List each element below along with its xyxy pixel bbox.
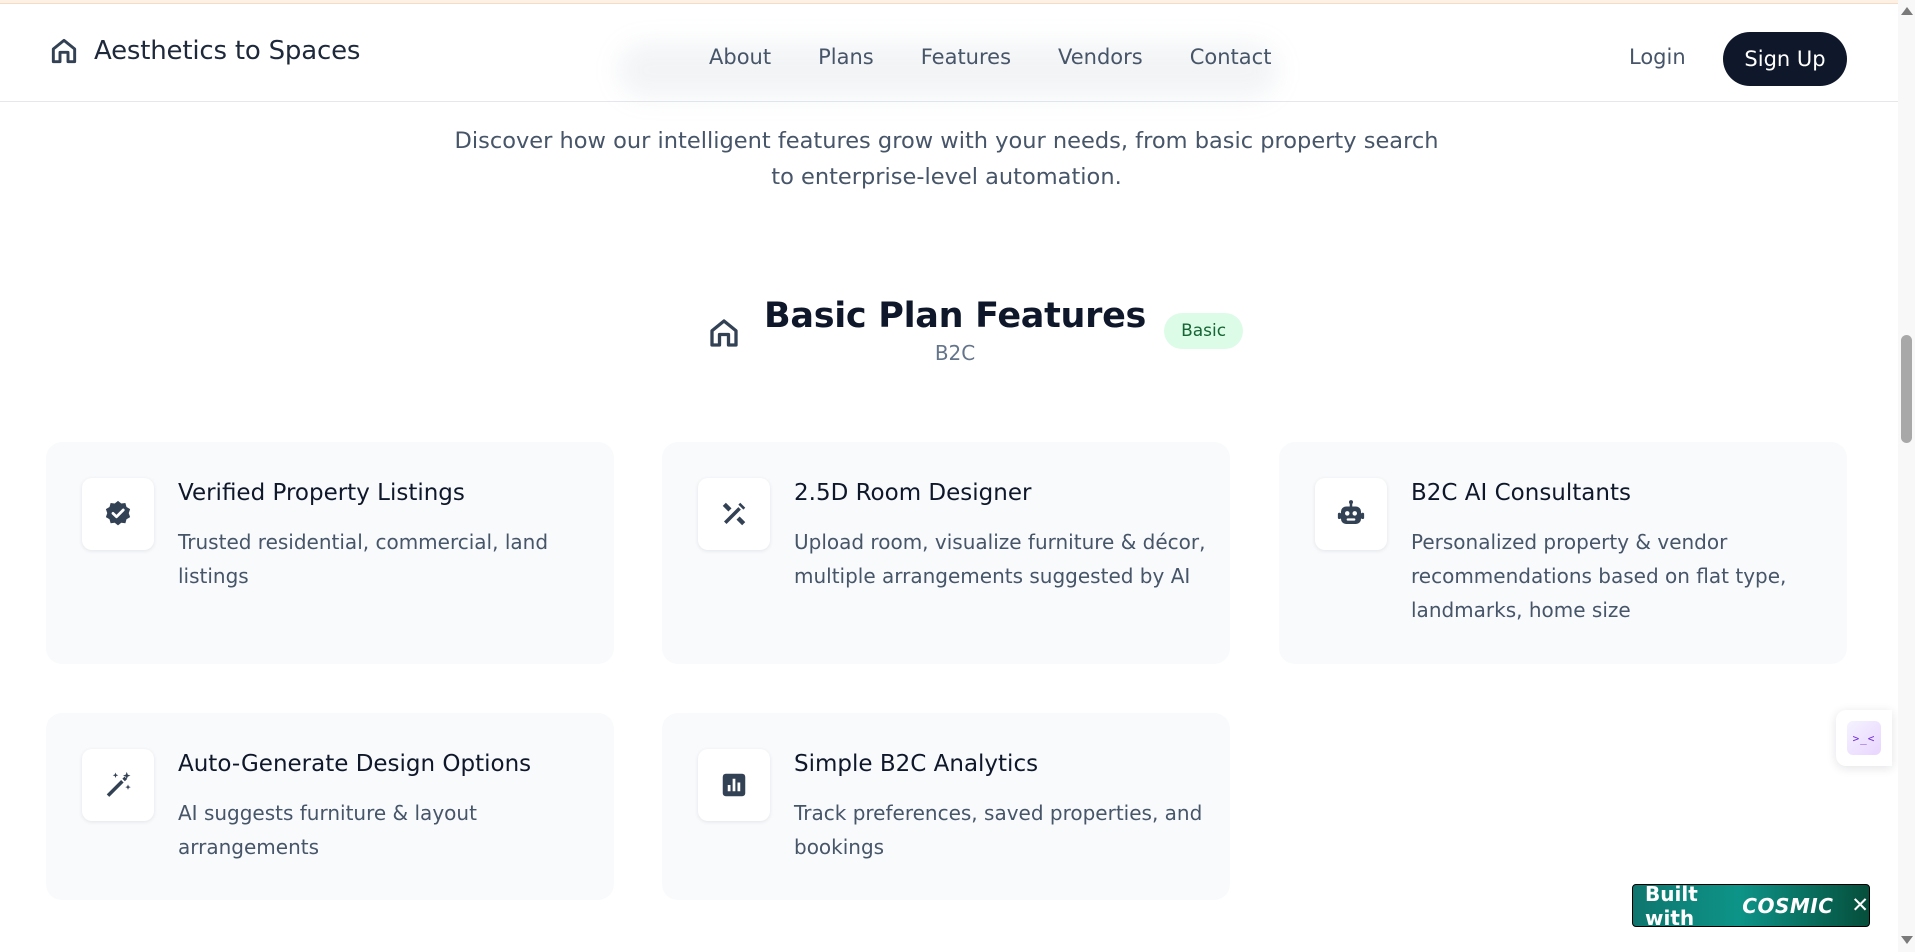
design-tools-icon: [722, 502, 746, 526]
feature-icon-box: [1315, 478, 1387, 550]
widget-face-icon: >_<: [1847, 721, 1881, 755]
nav-about[interactable]: About: [709, 45, 771, 69]
site-header: Aesthetics to Spaces About Plans Feature…: [0, 5, 1898, 102]
nav-plans[interactable]: Plans: [818, 45, 874, 69]
analytics-icon: [722, 773, 746, 797]
brand-link[interactable]: Aesthetics to Spaces: [48, 35, 360, 67]
nav-contact[interactable]: Contact: [1190, 45, 1272, 69]
main-nav: About Plans Features Vendors Contact: [709, 45, 1271, 69]
feature-card: Simple B2C Analytics Track preferences, …: [662, 713, 1230, 900]
section-subtitle: B2C: [934, 341, 976, 365]
feature-card: 2.5D Room Designer Upload room, visualiz…: [662, 442, 1230, 664]
scroll-up-arrow-icon[interactable]: [1901, 7, 1913, 15]
section-titles: Basic Plan Features B2C: [764, 294, 1146, 365]
signup-button[interactable]: Sign Up: [1723, 32, 1847, 86]
feature-title: Auto-Generate Design Options: [178, 751, 532, 777]
section-heading: Basic Plan Features B2C Basic: [706, 294, 1244, 365]
feature-title: 2.5D Room Designer: [794, 480, 1032, 506]
top-accent-bar: [0, 0, 1898, 4]
feature-title: Simple B2C Analytics: [794, 751, 1039, 777]
brand-name: Aesthetics to Spaces: [94, 36, 361, 66]
feature-description: Trusted residential, commercial, land li…: [178, 530, 549, 588]
feature-title: Verified Property Listings: [178, 480, 465, 506]
page: Aesthetics to Spaces About Plans Feature…: [0, 0, 1915, 952]
home-icon: [51, 38, 77, 64]
feature-icon-box: [82, 749, 154, 821]
login-link[interactable]: Login: [1629, 45, 1686, 69]
feature-description: Track preferences, saved properties, and…: [794, 801, 1203, 859]
section-title: Basic Plan Features: [764, 296, 1147, 336]
feature-card: B2C AI Consultants Personalized property…: [1279, 442, 1847, 664]
verified-badge-icon: [105, 500, 131, 526]
feature-description: Personalized property & vendor recommend…: [1411, 530, 1787, 622]
feature-card: Auto-Generate Design Options AI suggests…: [46, 713, 614, 900]
features-intro-text: Discover how our intelligent features gr…: [454, 128, 1439, 190]
plan-badge: Basic: [1164, 313, 1244, 349]
nav-features[interactable]: Features: [921, 45, 1011, 69]
cosmic-logo: COSMIC: [1742, 893, 1834, 918]
feature-icon-box: [82, 478, 154, 550]
scrollbar-thumb[interactable]: [1901, 335, 1912, 443]
nav-vendors[interactable]: Vendors: [1058, 45, 1143, 69]
built-with-text: Built with: [1645, 881, 1698, 930]
side-chat-widget[interactable]: >_<: [1836, 710, 1892, 766]
close-icon[interactable]: ✕: [1851, 895, 1869, 916]
feature-icon-box: [698, 478, 770, 550]
magic-wand-icon: [106, 771, 131, 797]
built-with-badge[interactable]: Built with COSMIC ✕: [1632, 881, 1870, 930]
feature-title: B2C AI Consultants: [1411, 480, 1631, 506]
feature-description: AI suggests furniture & layout arrangeme…: [178, 801, 477, 859]
feature-description: Upload room, visualize furniture & décor…: [794, 530, 1206, 588]
scroll-down-arrow-icon[interactable]: [1901, 936, 1913, 944]
page-scrollbar[interactable]: [1898, 0, 1915, 952]
robot-icon: [1337, 500, 1365, 524]
feature-card: Verified Property Listings Trusted resid…: [46, 442, 614, 664]
feature-icon-box: [698, 749, 770, 821]
home-icon: [710, 319, 738, 347]
